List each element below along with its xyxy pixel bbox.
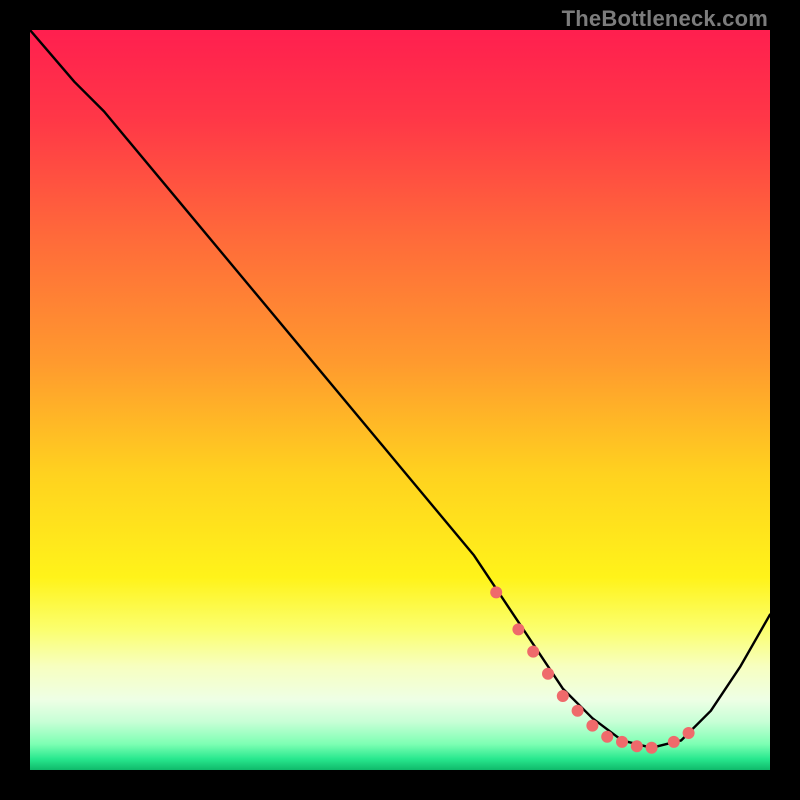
highlight-dot (572, 705, 584, 717)
watermark-text: TheBottleneck.com (562, 6, 768, 32)
highlight-dot (683, 727, 695, 739)
highlight-dot (631, 740, 643, 752)
highlight-dots (490, 586, 694, 753)
highlight-dot (646, 742, 658, 754)
highlight-dot (512, 623, 524, 635)
highlight-dot (601, 731, 613, 743)
bottleneck-curve (30, 30, 770, 748)
highlight-dot (616, 736, 628, 748)
highlight-dot (668, 736, 680, 748)
highlight-dot (586, 720, 598, 732)
plot-area (30, 30, 770, 770)
chart-frame: TheBottleneck.com (0, 0, 800, 800)
chart-svg (30, 30, 770, 770)
highlight-dot (542, 668, 554, 680)
highlight-dot (527, 646, 539, 658)
highlight-dot (557, 690, 569, 702)
highlight-dot (490, 586, 502, 598)
